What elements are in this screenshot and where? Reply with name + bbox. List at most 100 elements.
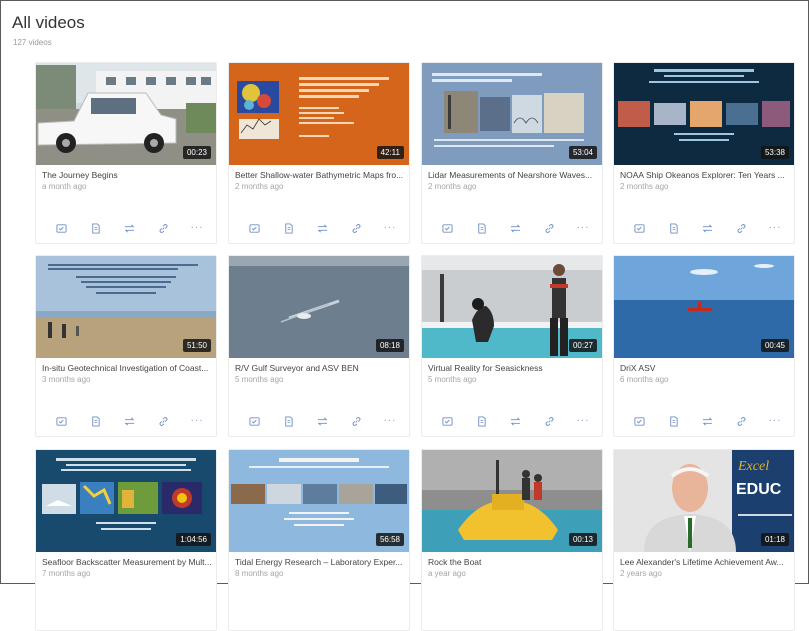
captions-icon[interactable] (632, 414, 646, 428)
video-title[interactable]: R/V Gulf Surveyor and ASV BEN (235, 363, 407, 373)
duration-badge: 00:13 (568, 533, 597, 546)
video-card[interactable]: 42:11 Better Shallow-water Bathymetric M… (228, 62, 410, 244)
video-card[interactable]: 00:23 The Journey Begins a month ago ··· (35, 62, 217, 244)
link-icon[interactable] (349, 414, 363, 428)
video-thumbnail[interactable]: 53:04 (422, 63, 602, 165)
video-title[interactable]: Rock the Boat (428, 557, 600, 567)
link-icon[interactable] (734, 414, 748, 428)
video-age: a month ago (42, 182, 87, 191)
duration-badge: 51:50 (182, 339, 211, 352)
captions-icon[interactable] (247, 221, 261, 235)
captions-icon[interactable] (440, 221, 454, 235)
more-icon[interactable]: ··· (190, 221, 204, 235)
swap-icon[interactable] (315, 414, 329, 428)
video-thumbnail[interactable]: 1:04:56 (36, 450, 216, 552)
swap-icon[interactable] (700, 221, 714, 235)
document-icon[interactable] (281, 221, 295, 235)
more-icon[interactable]: ··· (576, 414, 590, 428)
video-title[interactable]: DriX ASV (620, 363, 792, 373)
card-actions: ··· (436, 414, 596, 428)
document-icon[interactable] (666, 414, 680, 428)
card-actions: ··· (628, 414, 788, 428)
video-card[interactable]: Excel EDUC 01:18 Lee Alexander's Lifetim… (613, 449, 795, 631)
card-actions: ··· (628, 221, 788, 235)
captions-icon[interactable] (54, 414, 68, 428)
swap-icon[interactable] (315, 221, 329, 235)
video-thumbnail[interactable]: 08:18 (229, 256, 409, 358)
captions-icon[interactable] (632, 221, 646, 235)
more-icon[interactable]: ··· (383, 414, 397, 428)
link-icon[interactable] (542, 414, 556, 428)
video-thumbnail[interactable]: 00:13 (422, 450, 602, 552)
video-age: 2 months ago (235, 182, 284, 191)
video-card[interactable]: 00:45 DriX ASV 6 months ago ··· (613, 255, 795, 437)
captions-icon[interactable] (440, 414, 454, 428)
captions-icon[interactable] (247, 414, 261, 428)
swap-icon[interactable] (700, 414, 714, 428)
video-age: 2 years ago (620, 569, 662, 578)
more-icon[interactable]: ··· (190, 414, 204, 428)
swap-icon[interactable] (122, 221, 136, 235)
video-thumbnail[interactable]: 53:38 (614, 63, 794, 165)
duration-badge: 00:23 (182, 146, 211, 159)
video-thumbnail[interactable]: 00:23 (36, 63, 216, 165)
video-title[interactable]: Lidar Measurements of Nearshore Waves... (428, 170, 600, 180)
more-icon[interactable]: ··· (768, 414, 782, 428)
card-actions: ··· (436, 221, 596, 235)
duration-badge: 42:11 (376, 146, 404, 159)
video-card[interactable]: 1:04:56 Seafloor Backscatter Measurement… (35, 449, 217, 631)
video-title[interactable]: In-situ Geotechnical Investigation of Co… (42, 363, 214, 373)
card-actions: ··· (243, 221, 403, 235)
duration-badge: 01:18 (760, 533, 789, 546)
video-thumbnail[interactable]: 42:11 (229, 63, 409, 165)
document-icon[interactable] (88, 414, 102, 428)
svg-text:EDUC: EDUC (736, 481, 782, 498)
video-card[interactable]: 51:50 In-situ Geotechnical Investigation… (35, 255, 217, 437)
card-actions: ··· (50, 221, 210, 235)
video-age: 5 months ago (428, 375, 477, 384)
video-thumbnail[interactable]: 00:45 (614, 256, 794, 358)
video-card[interactable]: 00:27 Virtual Reality for Seasickness 5 … (421, 255, 603, 437)
video-library-page: All videos 127 videos 00:23 The Journey … (0, 0, 809, 631)
video-age: 2 months ago (620, 182, 669, 191)
video-title[interactable]: Tidal Energy Research – Laboratory Exper… (235, 557, 407, 567)
video-card[interactable]: 53:38 NOAA Ship Okeanos Explorer: Ten Ye… (613, 62, 795, 244)
more-icon[interactable]: ··· (576, 221, 590, 235)
video-title[interactable]: NOAA Ship Okeanos Explorer: Ten Years ..… (620, 170, 792, 180)
duration-badge: 53:04 (568, 146, 597, 159)
duration-badge: 1:04:56 (176, 533, 211, 546)
swap-icon[interactable] (122, 414, 136, 428)
more-icon[interactable]: ··· (768, 221, 782, 235)
video-card[interactable]: 53:04 Lidar Measurements of Nearshore Wa… (421, 62, 603, 244)
link-icon[interactable] (156, 414, 170, 428)
video-age: 6 months ago (620, 375, 669, 384)
video-thumbnail[interactable]: 56:58 (229, 450, 409, 552)
link-icon[interactable] (349, 221, 363, 235)
video-thumbnail[interactable]: 00:27 (422, 256, 602, 358)
video-title[interactable]: Lee Alexander's Lifetime Achievement Aw.… (620, 557, 792, 567)
more-icon[interactable]: ··· (383, 221, 397, 235)
video-card[interactable]: 00:13 Rock the Boat a year ago (421, 449, 603, 631)
video-title[interactable]: Better Shallow-water Bathymetric Maps fr… (235, 170, 407, 180)
swap-icon[interactable] (508, 221, 522, 235)
document-icon[interactable] (474, 414, 488, 428)
duration-badge: 08:18 (375, 339, 404, 352)
link-icon[interactable] (734, 221, 748, 235)
document-icon[interactable] (474, 221, 488, 235)
video-age: 7 months ago (42, 569, 91, 578)
link-icon[interactable] (542, 221, 556, 235)
video-title[interactable]: Virtual Reality for Seasickness (428, 363, 600, 373)
link-icon[interactable] (156, 221, 170, 235)
swap-icon[interactable] (508, 414, 522, 428)
document-icon[interactable] (88, 221, 102, 235)
video-card[interactable]: 56:58 Tidal Energy Research – Laboratory… (228, 449, 410, 631)
duration-badge: 56:58 (375, 533, 404, 546)
video-thumbnail[interactable]: 51:50 (36, 256, 216, 358)
captions-icon[interactable] (54, 221, 68, 235)
video-thumbnail[interactable]: Excel EDUC 01:18 (614, 450, 794, 552)
document-icon[interactable] (666, 221, 680, 235)
video-title[interactable]: Seafloor Backscatter Measurement by Mult… (42, 557, 214, 567)
document-icon[interactable] (281, 414, 295, 428)
video-card[interactable]: 08:18 R/V Gulf Surveyor and ASV BEN 5 mo… (228, 255, 410, 437)
video-title[interactable]: The Journey Begins (42, 170, 214, 180)
